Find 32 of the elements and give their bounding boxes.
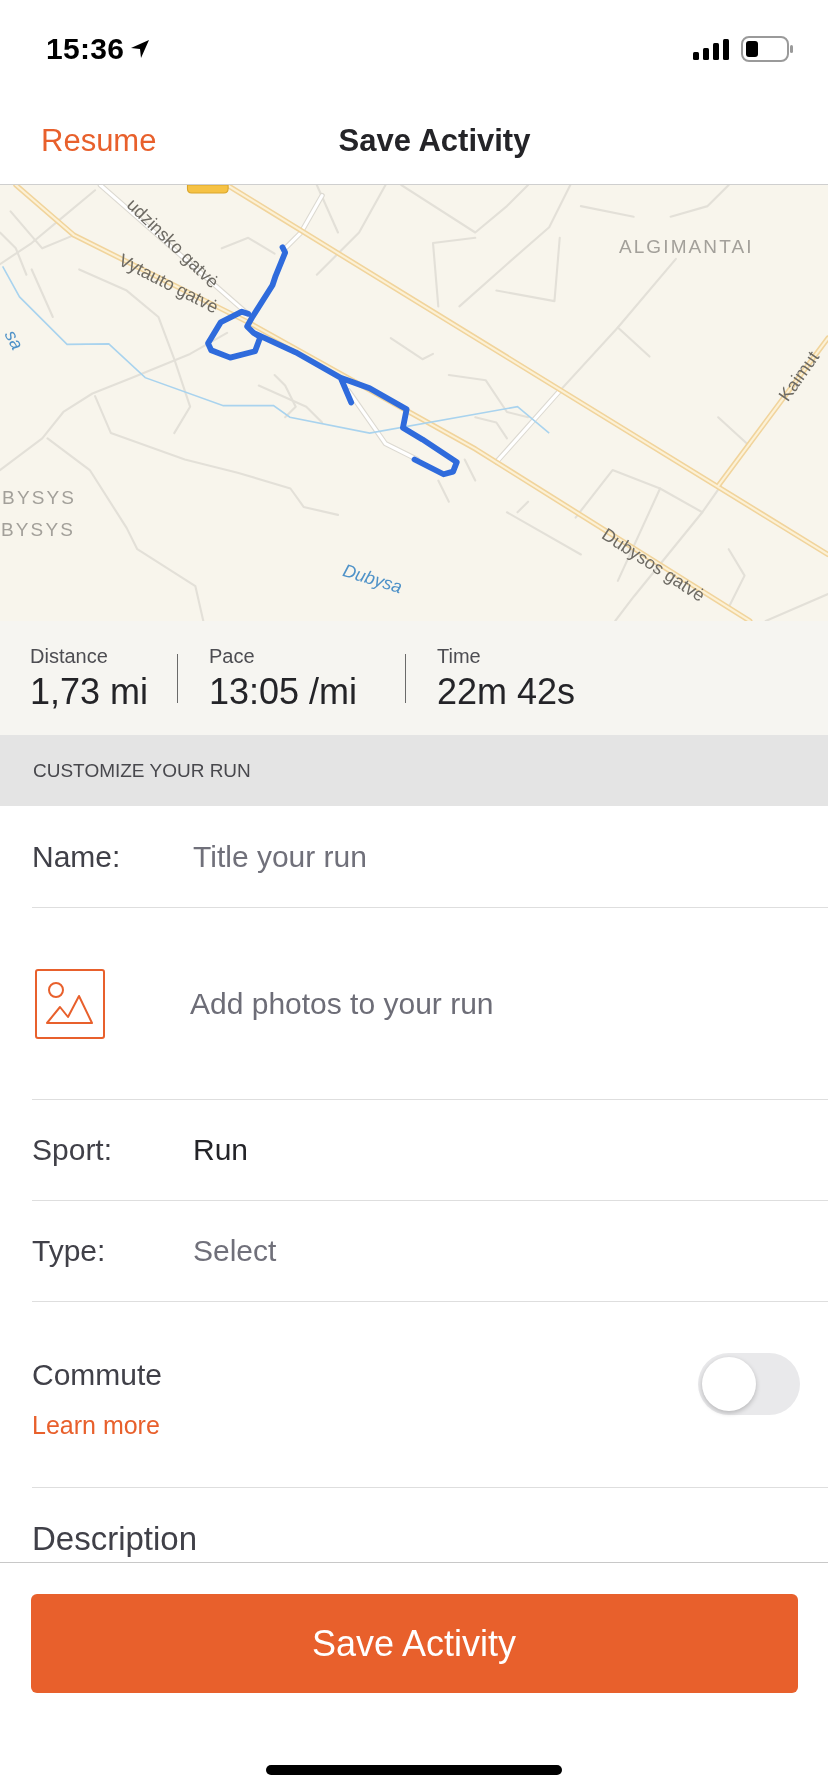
- resume-button[interactable]: Resume: [41, 123, 157, 159]
- screen-title: Save Activity: [338, 123, 531, 159]
- stat-label: Distance: [30, 643, 109, 668]
- signal-icon: [693, 38, 729, 60]
- district-label: BYSYS: [1, 519, 75, 540]
- field-label: Description: [32, 1520, 198, 1558]
- stat-label: Pace: [209, 643, 256, 668]
- name-input[interactable]: Title your run: [193, 833, 800, 880]
- stat-value: 1,73 mi: [30, 670, 150, 713]
- district-label: ALGIMANTAI: [618, 235, 754, 257]
- add-photos-text: Add photos to your run: [190, 986, 494, 1021]
- learn-more-link[interactable]: Learn more: [32, 1410, 163, 1440]
- stat-value: 22m 42s: [437, 670, 576, 713]
- stat-label: Time: [437, 643, 482, 668]
- location-arrow-icon: [130, 39, 151, 59]
- battery-icon: [741, 36, 793, 62]
- stat-value: 13:05 /mi: [209, 670, 359, 713]
- select-field[interactable]: Select: [193, 1234, 277, 1268]
- field-label: Name:: [32, 838, 122, 875]
- river-label: Dubysa: [340, 560, 405, 598]
- field-label: Commute: [32, 1357, 163, 1393]
- district-label: BYSYS: [2, 487, 77, 509]
- road-sign-icon: [186, 185, 229, 194]
- image-icon: [35, 968, 105, 1039]
- status-time: 15:36: [46, 32, 125, 66]
- section-header: CUSTOMIZE YOUR RUN: [0, 735, 828, 806]
- select-field[interactable]: Run: [193, 1133, 249, 1167]
- add-photos-button[interactable]: Add photos to your run: [32, 968, 494, 1039]
- field-label: Sport:: [32, 1132, 114, 1168]
- river-label: sa: [0, 326, 28, 353]
- field-label: Type:: [32, 1233, 107, 1269]
- save-activity-button[interactable]: Save Activity: [30, 1594, 798, 1693]
